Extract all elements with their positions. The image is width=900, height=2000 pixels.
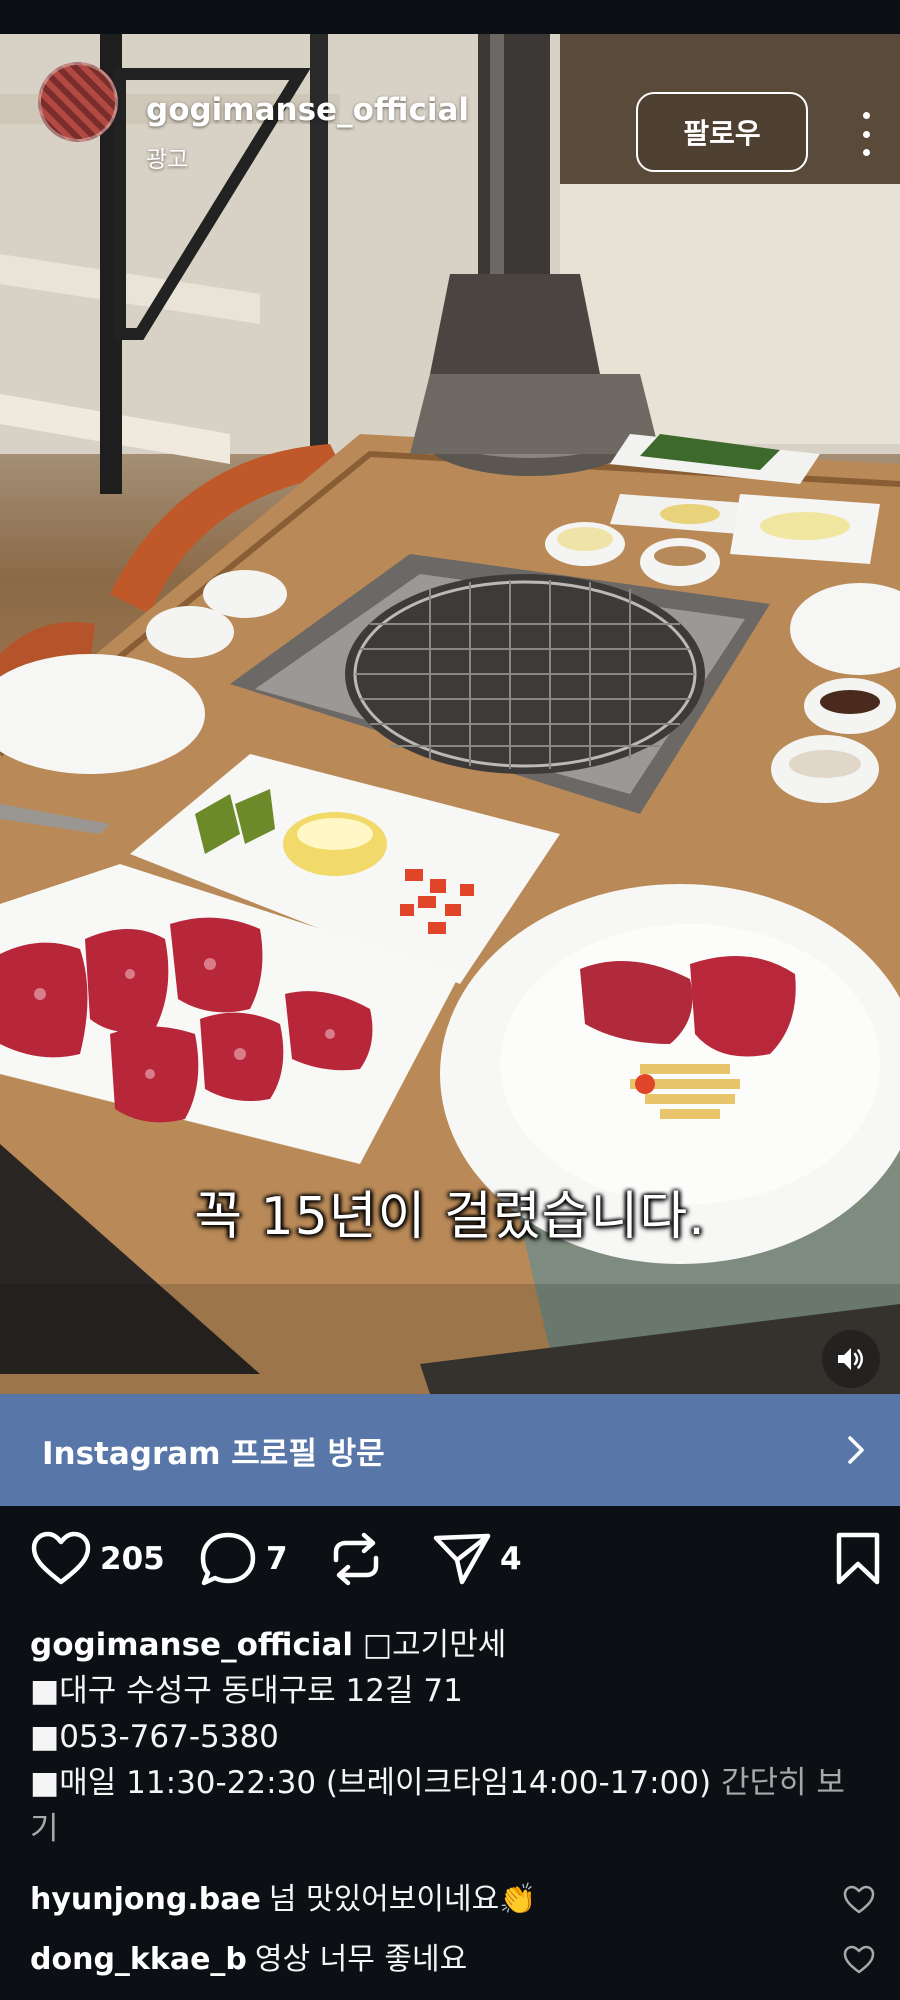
caption-phone: ■053-767-5380 <box>30 1719 279 1755</box>
caption-hours: ■매일 11:30-22:30 (브레이크타임14:00-17:00) <box>30 1765 712 1801</box>
post-media[interactable]: gogimanse_official 광고 팔로우 꼭 15년이 걸렸습니다. <box>0 34 900 1394</box>
visit-profile-cta[interactable]: Instagram 프로필 방문 <box>0 1394 900 1506</box>
comment-action[interactable]: 7 <box>198 1530 288 1588</box>
mute-button[interactable] <box>822 1330 880 1388</box>
more-vertical-icon[interactable] <box>852 112 880 156</box>
post-caption[interactable]: gogimanse_official □고기만세 ■대구 수성구 동대구로 12… <box>30 1622 870 1852</box>
sponsored-label: 광고 <box>146 147 189 173</box>
send-icon[interactable] <box>432 1530 492 1588</box>
repost-action[interactable] <box>328 1530 384 1588</box>
comment-item: dong_kkae_b 영상 너무 좋네요 <box>30 1936 875 1984</box>
comment-username[interactable]: hyunjong.bae <box>30 1882 261 1917</box>
cta-label: Instagram 프로필 방문 <box>42 1435 385 1472</box>
follow-button[interactable]: 팔로우 <box>636 92 808 172</box>
caption-address: ■대구 수성구 동대구로 12길 71 <box>30 1673 463 1709</box>
caption-first-line: gogimanse_official □고기만세 <box>30 1622 870 1668</box>
caption-username[interactable]: gogimanse_official <box>30 1627 353 1663</box>
comment-count[interactable]: 7 <box>266 1541 288 1577</box>
comment-text: 넘 맛있어보이네요👏 <box>268 1882 537 1917</box>
post-header: gogimanse_official 광고 팔로우 <box>0 34 900 173</box>
avatar[interactable] <box>38 62 118 142</box>
save-action[interactable] <box>834 1530 882 1588</box>
post-actions: 205 7 4 <box>0 1530 900 1600</box>
caption-hours-block: ■매일 11:30-22:30 (브레이크타임14:00-17:00) 간단히 … <box>30 1765 845 1847</box>
post-username[interactable]: gogimanse_official <box>146 92 469 128</box>
share-count[interactable]: 4 <box>500 1541 522 1577</box>
repost-icon[interactable] <box>328 1530 384 1588</box>
heart-icon[interactable] <box>842 1944 876 1976</box>
chevron-right-icon <box>848 1436 864 1464</box>
status-bar <box>0 0 900 34</box>
like-count[interactable]: 205 <box>100 1541 165 1577</box>
comment-item: hyunjong.bae 넘 맛있어보이네요👏 <box>30 1876 875 1924</box>
comment-username[interactable]: dong_kkae_b <box>30 1942 247 1977</box>
heart-icon[interactable] <box>842 1884 876 1916</box>
caption-title: □고기만세 <box>362 1627 507 1663</box>
comment-text: 영상 너무 좋네요 <box>254 1942 468 1977</box>
heart-icon[interactable] <box>30 1530 92 1588</box>
bookmark-icon[interactable] <box>834 1530 882 1588</box>
share-action[interactable]: 4 <box>432 1530 522 1588</box>
like-action[interactable]: 205 <box>30 1530 165 1588</box>
video-subtitle: 꼭 15년이 걸렸습니다. <box>194 1187 706 1247</box>
comment-bubble-icon[interactable] <box>198 1530 258 1588</box>
volume-icon <box>838 1348 863 1370</box>
